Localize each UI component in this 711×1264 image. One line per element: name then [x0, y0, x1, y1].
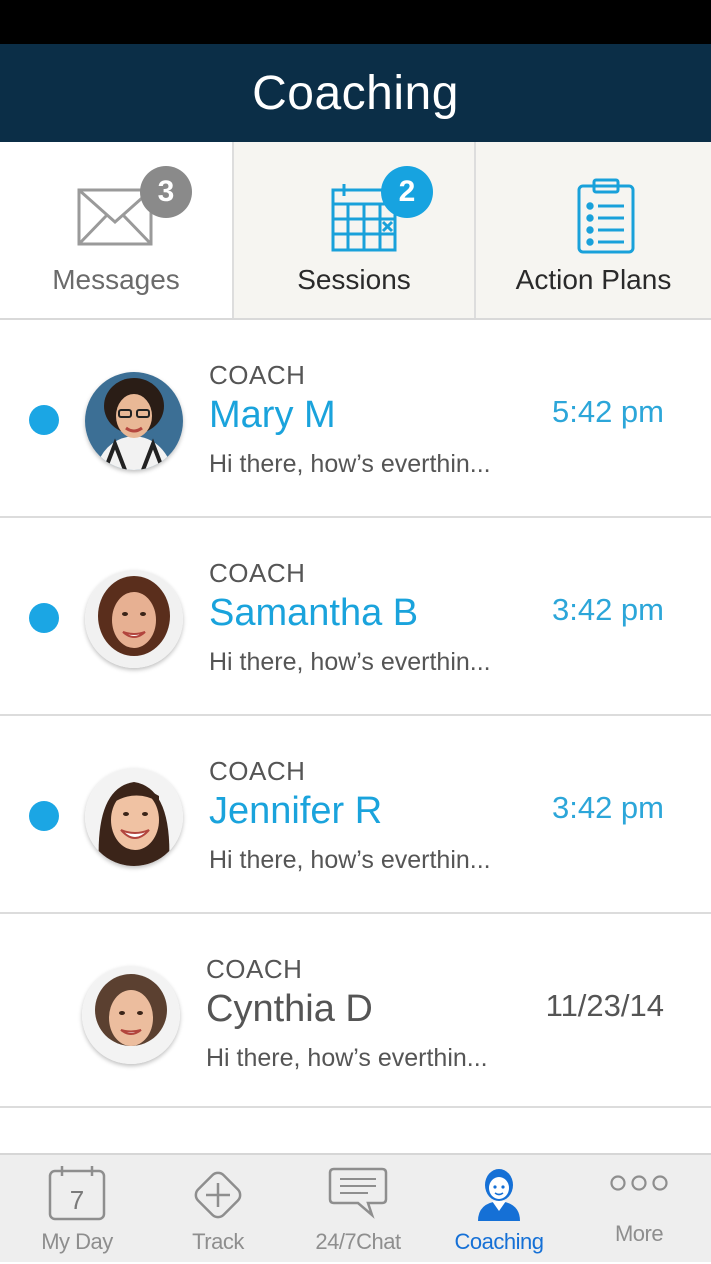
tab-coaching[interactable]: Coaching: [428, 1155, 570, 1264]
tab-action-plans-label: Action Plans: [515, 264, 672, 295]
message-preview: Hi there, how’s everthin...: [209, 846, 491, 874]
my-day-date: 7: [70, 1185, 84, 1215]
message-row-jennifer[interactable]: COACH Jennifer R Hi there, how’s everthi…: [0, 716, 711, 914]
message-role: COACH: [209, 558, 306, 588]
tab-coaching-label: Coaching: [454, 1229, 544, 1254]
bottom-tab-bar: 7 My Day Track 24/7Chat Coaching More: [0, 1153, 711, 1262]
avatar: [85, 768, 183, 866]
message-time: 3:42 pm: [551, 592, 664, 627]
avatar: [82, 966, 180, 1064]
coach-name: Mary M: [209, 394, 336, 436]
tab-chat-label: 24/7Chat: [315, 1229, 401, 1254]
coach-person-icon: [428, 1165, 570, 1221]
tab-more[interactable]: More: [568, 1155, 710, 1264]
nav-header: Coaching: [0, 44, 711, 142]
clipboard-icon: [576, 178, 636, 259]
message-row-cynthia[interactable]: COACH Cynthia D Hi there, how’s everthin…: [0, 914, 711, 1108]
message-preview: Hi there, how’s everthin...: [206, 1044, 488, 1072]
tab-my-day[interactable]: 7 My Day: [6, 1155, 148, 1264]
message-role: COACH: [209, 360, 306, 390]
tab-action-plans[interactable]: Action Plans: [476, 142, 711, 318]
message-list: COACH Mary M Hi there, how’s everthin...…: [0, 320, 711, 1108]
sessions-badge: 2: [381, 166, 433, 218]
tab-messages-label: Messages: [52, 264, 180, 295]
tab-my-day-label: My Day: [41, 1229, 113, 1254]
coach-name: Cynthia D: [206, 988, 373, 1030]
message-time: 5:42 pm: [551, 394, 664, 429]
calendar-day-icon: 7: [6, 1165, 148, 1221]
message-role: COACH: [206, 954, 303, 984]
messages-badge: 3: [140, 166, 192, 218]
unread-indicator: [29, 801, 59, 831]
page-title: Coaching: [252, 66, 459, 120]
tab-sessions[interactable]: 2 Sessions: [234, 142, 476, 318]
tab-track[interactable]: Track: [147, 1155, 289, 1264]
message-row-mary[interactable]: COACH Mary M Hi there, how’s everthin...…: [0, 320, 711, 518]
message-row-samantha[interactable]: COACH Samantha B Hi there, how’s everthi…: [0, 518, 711, 716]
tab-messages[interactable]: 3 Messages: [0, 142, 234, 318]
message-time: 11/23/14: [545, 988, 664, 1023]
avatar: [85, 570, 183, 668]
message-preview: Hi there, how’s everthin...: [209, 648, 491, 676]
tab-track-label: Track: [192, 1229, 244, 1254]
message-preview: Hi there, how’s everthin...: [209, 450, 491, 478]
message-time: 3:42 pm: [551, 790, 664, 825]
coach-name: Samantha B: [209, 592, 419, 634]
avatar: [85, 372, 183, 470]
segmented-control: 3 Messages 2 Sessions Action Plans: [0, 142, 711, 320]
plus-diamond-icon: [147, 1165, 289, 1225]
coach-name: Jennifer R: [209, 790, 383, 832]
status-bar: [0, 0, 711, 44]
chat-bubble-icon: [287, 1165, 429, 1219]
unread-indicator: [29, 603, 59, 633]
unread-indicator: [29, 405, 59, 435]
tab-chat[interactable]: 24/7Chat: [287, 1155, 429, 1264]
tab-more-label: More: [614, 1221, 664, 1246]
more-dots-icon: [568, 1173, 710, 1193]
message-role: COACH: [209, 756, 306, 786]
tab-sessions-label: Sessions: [297, 264, 411, 295]
